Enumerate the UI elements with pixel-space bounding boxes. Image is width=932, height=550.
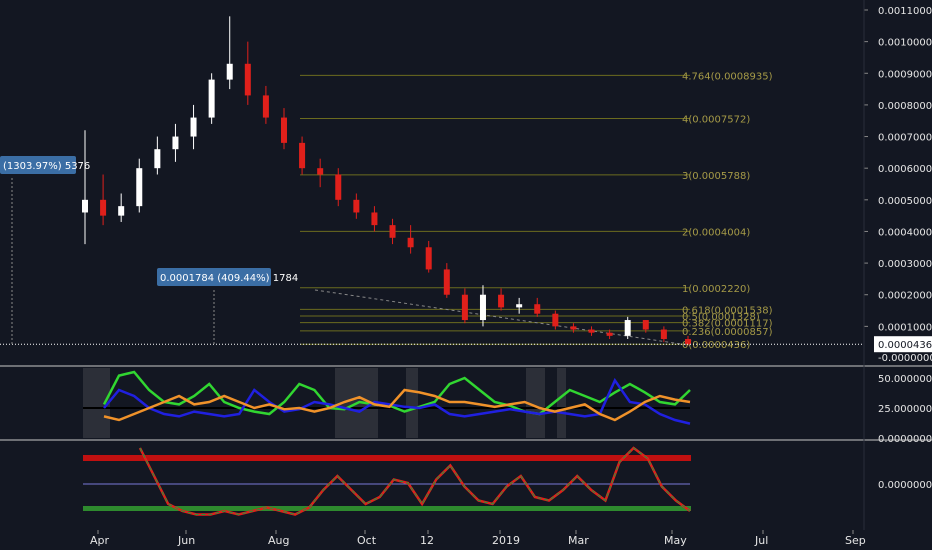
y-tick-label: 0.0008000 <box>878 101 932 112</box>
indicator-pane-1[interactable] <box>83 368 691 438</box>
time-axis[interactable]: Apr Jun Aug Oct 12 2019 Mar May Jul Sep <box>90 530 866 547</box>
candle-body[interactable] <box>606 332 613 336</box>
candle-body[interactable] <box>172 136 179 150</box>
x-tick-label: 12 <box>420 534 434 547</box>
candle-body[interactable] <box>154 149 161 169</box>
candle-body[interactable] <box>208 79 215 118</box>
y-tick-label: 0.0005000 <box>878 196 932 207</box>
measure-label: 0.0001784 (409.44%) 1784 <box>160 273 298 284</box>
candle-body[interactable] <box>371 212 378 226</box>
candle-body[interactable] <box>443 269 450 295</box>
x-tick-label: May <box>664 534 687 547</box>
candle-body[interactable] <box>100 199 107 216</box>
y-tick-label: 0.0001000 <box>878 322 932 333</box>
shaded-region <box>406 368 418 438</box>
x-tick-label: Apr <box>90 534 110 547</box>
x-tick-label: Oct <box>357 534 377 547</box>
candle-body[interactable] <box>534 304 541 314</box>
candle-body[interactable] <box>685 339 691 345</box>
fib-level-label: 4.764(0.0008935) <box>682 71 773 82</box>
candle-body[interactable] <box>335 174 342 200</box>
candle-body[interactable] <box>190 117 197 137</box>
y-tick-label: -0.0000000 <box>878 353 932 364</box>
candle-body[interactable] <box>461 294 468 321</box>
y-tick-label: 0.0000000 <box>878 480 932 491</box>
candle-body[interactable] <box>642 320 649 330</box>
y-tick-label: 25.0000000 <box>878 404 932 415</box>
candle-body[interactable] <box>299 142 306 169</box>
y-tick-label: 0.0007000 <box>878 133 932 144</box>
candle-body[interactable] <box>118 206 125 216</box>
fib-level-label: 2(0.0004004) <box>682 227 750 238</box>
y-tick-label: 0.0004000 <box>878 227 932 238</box>
x-tick-label: 2019 <box>492 534 520 547</box>
candle-body[interactable] <box>570 326 577 330</box>
shaded-region <box>557 368 566 438</box>
y-tick-label: 50.0000000 <box>878 374 932 385</box>
price-axis[interactable]: 0.0011000 0.0010000 0.0009000 0.0008000 0.00… <box>864 6 932 491</box>
candle-body[interactable] <box>226 63 233 80</box>
candle-body[interactable] <box>136 168 143 207</box>
candle-body[interactable] <box>425 247 432 270</box>
candle-body[interactable] <box>624 320 631 336</box>
x-tick-label: Mar <box>568 534 589 547</box>
current-price-label: 0.0000436 <box>878 340 932 351</box>
fib-level-label: 0.236(0.0000857) <box>682 327 773 338</box>
x-tick-label: Aug <box>268 534 289 547</box>
price-pane[interactable]: 4.764(0.0008935) 4(0.0007572) 3(0.0005788)… <box>0 16 864 351</box>
y-tick-label: 0.0010000 <box>878 38 932 49</box>
candle-body[interactable] <box>660 329 667 340</box>
measure-label: (1303.97%) 5376 <box>3 161 90 172</box>
y-tick-label: 0.0006000 <box>878 164 932 175</box>
y-tick-label: 0.0002000 <box>878 291 932 302</box>
candle-body[interactable] <box>280 117 287 143</box>
overbought-band <box>83 455 691 461</box>
x-tick-label: Jun <box>177 534 195 547</box>
candle-body[interactable] <box>516 304 523 308</box>
fib-level-label: 3(0.0005788) <box>682 171 750 182</box>
candle-body[interactable] <box>498 294 505 308</box>
y-tick-label: 0.0003000 <box>878 259 932 270</box>
y-tick-label: 0.0011000 <box>878 6 932 17</box>
candle-body[interactable] <box>262 95 269 118</box>
candle-body[interactable] <box>244 63 251 96</box>
fib-level-label: 1(0.0002220) <box>682 284 750 295</box>
trading-chart[interactable]: 4.764(0.0008935) 4(0.0007572) 3(0.0005788)… <box>0 0 932 550</box>
fib-level-label: 0(0.0000436) <box>682 340 750 351</box>
candle-body[interactable] <box>317 168 324 175</box>
candle-body[interactable] <box>82 199 88 213</box>
x-tick-label: Sep <box>845 534 866 547</box>
fib-level-label: 4(0.0007572) <box>682 114 750 125</box>
candle-body[interactable] <box>407 237 414 248</box>
candle-body[interactable] <box>552 313 559 327</box>
candle-body[interactable] <box>389 225 396 238</box>
indicator-pane-2[interactable] <box>83 446 691 516</box>
candle-body[interactable] <box>353 199 360 213</box>
x-tick-label: Jul <box>754 534 768 547</box>
candle-body[interactable] <box>588 329 595 333</box>
candle-body[interactable] <box>479 294 486 321</box>
y-tick-label: 0.0009000 <box>878 69 932 80</box>
